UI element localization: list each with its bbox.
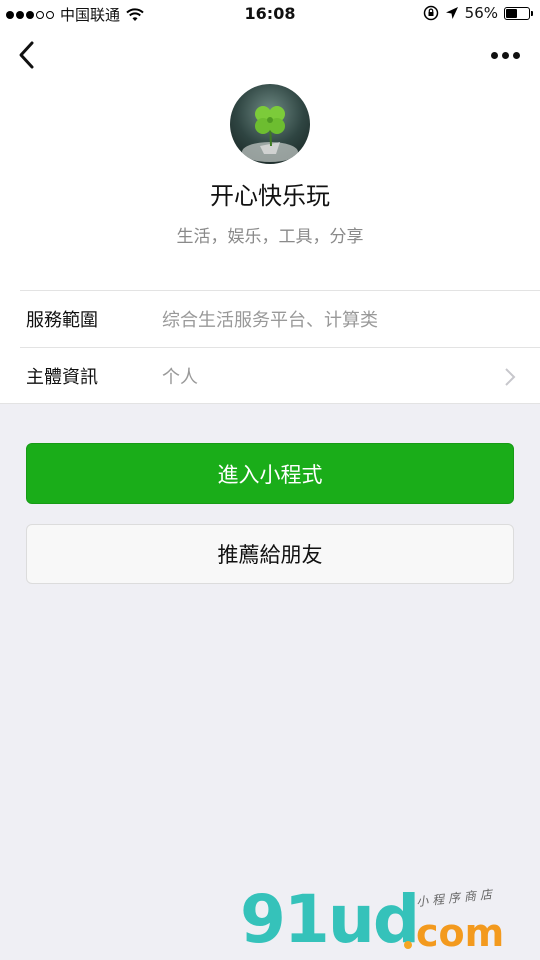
info-label: 服務範圍 [26, 310, 98, 331]
status-right: 56% [423, 4, 533, 22]
battery-fill [506, 8, 517, 18]
watermark-main: 91ud [240, 881, 420, 958]
watermark-dot [404, 941, 412, 949]
back-chevron-icon [19, 41, 34, 69]
more-dot-icon [490, 51, 498, 59]
watermark-logo: 91ud com 小程序商店 [240, 885, 540, 960]
watermark-com: com [416, 911, 505, 955]
clover-icon [230, 84, 310, 164]
status-bar: 中国联通 16:08 56% [0, 0, 540, 28]
battery-percent: 56% [464, 4, 498, 22]
recommend-to-friend-button[interactable]: 推薦給朋友 [26, 524, 514, 584]
rotation-lock-icon [423, 5, 438, 21]
chevron-right-icon [505, 368, 516, 386]
enter-mini-program-button[interactable]: 進入小程式 [26, 443, 514, 504]
app-name: 开心快乐玩 [210, 182, 330, 210]
info-value: 综合生活服务平台、计算类 [162, 310, 378, 331]
back-button[interactable] [14, 38, 44, 72]
more-options-button[interactable] [488, 44, 522, 66]
watermark-sub: 小程序商店 [415, 886, 497, 910]
info-row-entity[interactable]: 主體資訊 个人 [20, 347, 540, 404]
battery-icon [504, 6, 533, 20]
more-dot-icon [512, 51, 520, 59]
info-label: 主體資訊 [26, 367, 98, 388]
info-row-service-scope: 服務範圍 综合生活服务平台、计算类 [20, 290, 540, 347]
app-avatar [230, 84, 310, 164]
info-value: 个人 [162, 367, 198, 388]
app-tags: 生活，娱乐，工具，分享 [176, 227, 364, 247]
divider [0, 403, 540, 404]
location-icon [445, 7, 458, 19]
more-dot-icon [501, 51, 509, 59]
